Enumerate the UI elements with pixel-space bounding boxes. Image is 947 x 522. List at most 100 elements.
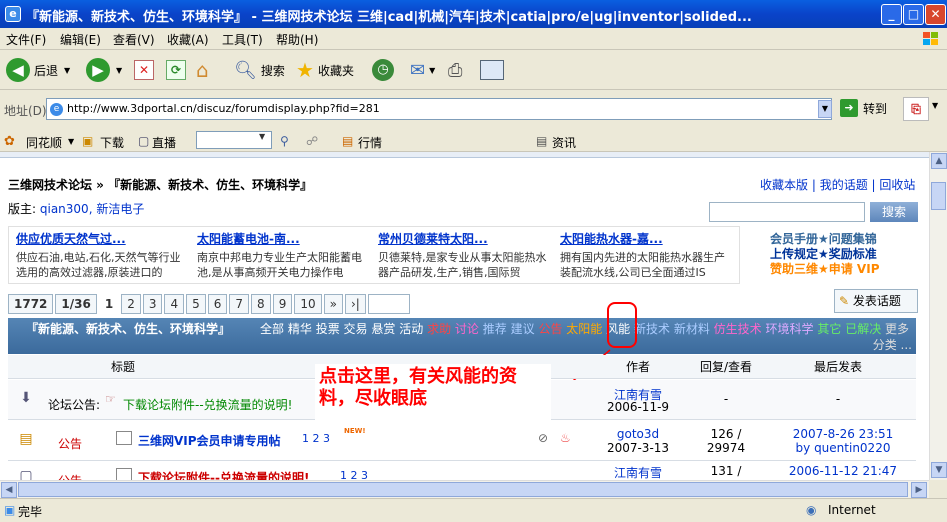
vertical-scroll-thumb[interactable] xyxy=(931,182,946,210)
category-recommend[interactable]: 推荐 xyxy=(483,322,507,336)
menu-help[interactable]: 帮助(H) xyxy=(276,31,318,48)
page-link[interactable]: 4 xyxy=(164,294,185,314)
new-topic-button[interactable]: ✎ 发表话题 xyxy=(834,289,918,313)
links-tool-icon[interactable]: ☍ xyxy=(306,134,318,148)
last-post-link[interactable]: 2006-11-12 21:47 xyxy=(778,464,908,478)
category-new-material[interactable]: 新材料 xyxy=(674,322,710,336)
page-link[interactable]: 2 xyxy=(121,294,141,314)
last-page-link[interactable]: ›| xyxy=(344,294,366,314)
filter-reward[interactable]: 悬赏 xyxy=(371,322,395,336)
topic-checkbox[interactable] xyxy=(116,468,132,480)
category-more[interactable]: 更多 xyxy=(885,322,909,336)
maximize-button[interactable]: □ xyxy=(903,4,924,25)
scroll-up-icon[interactable]: ▲ xyxy=(931,153,947,169)
author-link[interactable]: goto3d xyxy=(603,427,673,441)
topic-title[interactable]: 三维网VIP会员申请专用帖 xyxy=(138,432,281,449)
topic-title[interactable]: 下载论坛附件--兑换流量的说明! xyxy=(138,469,309,480)
forum-search-button[interactable]: 搜索 xyxy=(870,202,918,222)
category-suggestion[interactable]: 建议 xyxy=(511,322,535,336)
category-solar[interactable]: 太阳能 xyxy=(566,322,602,336)
last-post-author[interactable]: by quentin0220 xyxy=(778,441,908,455)
breadcrumb[interactable]: 三维网技术论坛 » 『新能源、新技术、仿生、环境科学』 xyxy=(8,176,312,193)
page-link[interactable]: 8 xyxy=(251,294,271,314)
refresh-button[interactable]: ⟳ xyxy=(166,56,186,84)
market-icon: ▤ xyxy=(342,134,354,148)
category-solved[interactable]: 已解决 xyxy=(845,322,881,336)
page-jump-input[interactable] xyxy=(367,294,410,314)
menu-file[interactable]: 文件(F) xyxy=(6,31,46,48)
print-button[interactable]: ⎙ xyxy=(448,56,462,84)
filter-digest[interactable]: 精华 xyxy=(288,322,312,336)
horizontal-scroll-thumb[interactable] xyxy=(18,482,908,497)
topic-checkbox[interactable] xyxy=(116,431,132,445)
author-link[interactable]: 江南有雪 xyxy=(603,464,673,480)
category-discussion[interactable]: 讨论 xyxy=(455,322,479,336)
menu-favorites[interactable]: 收藏(A) xyxy=(167,31,209,48)
topic-count: 1772 xyxy=(8,294,54,314)
menu-view[interactable]: 查看(V) xyxy=(113,31,155,48)
mail-icon: ✉ xyxy=(410,59,426,81)
filter-all[interactable]: 全部 xyxy=(260,322,284,336)
zone-text: Internet xyxy=(828,503,876,517)
bookmark-forum-link[interactable]: 收藏本版 xyxy=(760,178,808,192)
topic-title[interactable]: 下载论坛附件--兑换流量的说明! xyxy=(123,396,292,413)
address-input[interactable]: http://www.3dportal.cn/discuz/forumdispl… xyxy=(46,98,832,120)
page-link[interactable]: 9 xyxy=(272,294,293,314)
filter-activity[interactable]: 活动 xyxy=(399,322,423,336)
ad-title[interactable]: 供应优质天然气过... xyxy=(16,230,190,247)
tonghuashun-link[interactable]: 同花顺 xyxy=(26,134,62,151)
scroll-left-icon[interactable]: ◀ xyxy=(1,482,17,498)
stop-button[interactable]: ✕ xyxy=(134,56,154,84)
horizontal-scrollbar[interactable]: ◀ ▶ xyxy=(0,480,929,498)
category-announcement[interactable]: 公告 xyxy=(538,322,562,336)
ad-title[interactable]: 太阳能热水器-嘉... xyxy=(560,230,734,247)
search-button[interactable]: 🔍︎ 搜索 xyxy=(234,56,285,84)
edit-button[interactable] xyxy=(480,56,504,84)
vertical-scrollbar[interactable]: ▲ ▼ xyxy=(929,152,947,480)
category-help[interactable]: 求助 xyxy=(427,322,451,336)
go-button[interactable]: ➜ 转到 xyxy=(840,99,887,117)
topic-pages[interactable]: 1 2 3 xyxy=(340,469,368,480)
moderator-links[interactable]: qian300, 新洁电子 xyxy=(40,202,144,216)
close-button[interactable]: ✕ xyxy=(925,4,946,25)
page-link[interactable]: 7 xyxy=(229,294,250,314)
category-environment[interactable]: 环境科学 xyxy=(766,322,814,336)
forward-button[interactable]: ▶ ▼ xyxy=(86,56,122,84)
topic-pages[interactable]: 1 2 3 xyxy=(302,432,330,445)
mail-button[interactable]: ✉ ▼ xyxy=(410,56,435,84)
last-post-link[interactable]: 2007-8-26 23:51 xyxy=(778,427,908,441)
category-other[interactable]: 其它 xyxy=(817,322,841,336)
back-button[interactable]: ◀ 后退 ▼ xyxy=(6,56,70,84)
page-link[interactable]: 5 xyxy=(186,294,206,314)
filter-poll[interactable]: 投票 xyxy=(316,322,340,336)
download-link[interactable]: 下载 xyxy=(100,134,124,151)
next-page-link[interactable]: » xyxy=(323,294,343,314)
page-link[interactable]: 3 xyxy=(142,294,163,314)
page-link[interactable]: 10 xyxy=(294,294,322,314)
links-search-icon[interactable]: ⚲ xyxy=(280,134,289,148)
home-button[interactable]: ⌂ xyxy=(196,56,209,84)
scroll-down-icon[interactable]: ▼ xyxy=(931,462,947,478)
minimize-button[interactable]: _ xyxy=(881,4,902,25)
ad-title[interactable]: 太阳能蓄电池-南... xyxy=(197,230,371,247)
favorites-button[interactable]: ★ 收藏夹 xyxy=(296,56,354,84)
news-link[interactable]: 资讯 xyxy=(552,134,576,151)
market-link[interactable]: 行情 xyxy=(358,134,382,151)
ad-title[interactable]: 常州贝德莱特太阳... xyxy=(378,230,552,247)
address-dropdown-icon[interactable]: ▼ xyxy=(818,100,832,118)
my-topics-link[interactable]: 我的话题 xyxy=(820,178,868,192)
menu-tools[interactable]: 工具(T) xyxy=(222,31,263,48)
history-button[interactable]: ◷ xyxy=(372,56,394,84)
category-bionic[interactable]: 仿生技术 xyxy=(714,322,762,336)
scroll-right-icon[interactable]: ▶ xyxy=(911,482,927,498)
filter-trade[interactable]: 交易 xyxy=(344,322,368,336)
broadcast-link[interactable]: 直播 xyxy=(152,134,176,151)
menu-edit[interactable]: 编辑(E) xyxy=(60,31,101,48)
page-link[interactable]: 1 xyxy=(98,294,120,314)
forum-search-input[interactable] xyxy=(709,202,865,222)
category-more-link[interactable]: 分类 ... xyxy=(873,338,912,352)
page-link[interactable]: 6 xyxy=(207,294,228,314)
category-new-tech[interactable]: 新技术 xyxy=(634,322,670,336)
recycle-bin-link[interactable]: 回收站 xyxy=(879,178,915,192)
pdf-icon[interactable]: ⎘ xyxy=(903,97,929,121)
